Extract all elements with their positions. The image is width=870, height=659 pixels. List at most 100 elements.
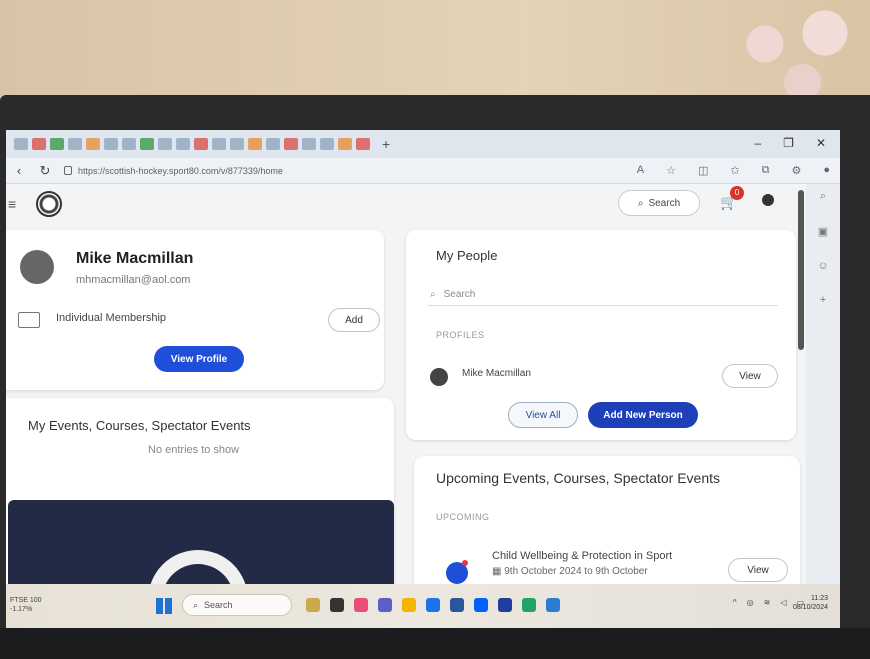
copilot-icon[interactable]: ● [823, 164, 830, 177]
tab-favicon[interactable] [32, 138, 46, 150]
app-icon[interactable] [498, 598, 512, 612]
file-explorer-icon[interactable] [402, 598, 416, 612]
excel-icon[interactable] [522, 598, 536, 612]
address-bar: ‹ ↻ https://scottish-hockey.sport80.com/… [6, 158, 840, 184]
teams-icon[interactable] [378, 598, 392, 612]
tab-favicon-active[interactable] [356, 138, 370, 150]
favorites-icon[interactable]: ✩ [730, 164, 739, 177]
tab-favicon[interactable] [212, 138, 226, 150]
dropbox-icon[interactable] [474, 598, 488, 612]
calendar-icon: ▦ [492, 566, 505, 577]
tab-favicon[interactable] [104, 138, 118, 150]
window-controls: – ❐ ✕ [754, 136, 826, 150]
upcoming-label: UPCOMING [436, 512, 490, 522]
view-profile-button[interactable]: View Profile [154, 346, 244, 372]
tab-favicon[interactable] [338, 138, 352, 150]
windows-taskbar: FTSE 100 -1.17% ⌕ Search ^ ◎ ≋ ◁ ▭ 11:23… [6, 584, 840, 628]
search-icon: ⌕ [637, 197, 644, 209]
sidebar-people-icon[interactable]: ☺ [817, 260, 828, 272]
tab-favicon[interactable] [284, 138, 298, 150]
person-avatar-icon [430, 368, 448, 386]
lock-icon [64, 166, 72, 175]
windows-start-icon[interactable] [156, 598, 172, 614]
avatar [20, 250, 54, 284]
wifi-icon[interactable]: ≋ [764, 598, 771, 607]
event-dates-text: 9th October 2024 to 9th October [504, 566, 648, 577]
background-flowers [720, 0, 870, 110]
tab-favicon[interactable] [230, 138, 244, 150]
close-button[interactable]: ✕ [816, 136, 826, 150]
volume-icon[interactable]: ◁ [780, 598, 786, 607]
maximize-button[interactable]: ❐ [783, 136, 794, 150]
membership-label: Individual Membership [56, 312, 167, 324]
header-search-button[interactable]: ⌕ Search [618, 190, 700, 216]
sidebar-shopping-icon[interactable]: ▣ [818, 225, 828, 238]
profile-card: Mike Macmillan mhmacmillan@aol.com Indiv… [6, 230, 384, 390]
tab-favicon[interactable] [158, 138, 172, 150]
stock-ticker-widget[interactable]: FTSE 100 -1.17% [10, 596, 42, 614]
profile-name: Mike Macmillan [76, 250, 194, 267]
my-people-card: My People ⌕ Search PROFILES Mike Macmill… [406, 230, 796, 440]
refresh-icon[interactable]: ↻ [32, 163, 58, 179]
store-icon[interactable] [450, 598, 464, 612]
split-screen-icon[interactable]: ◫ [698, 164, 708, 177]
people-search-input[interactable]: ⌕ Search [428, 284, 778, 306]
network-icon[interactable]: ◎ [747, 598, 754, 607]
add-membership-button[interactable]: Add [328, 308, 380, 332]
taskbar-search[interactable]: ⌕ Search [182, 594, 292, 616]
back-icon[interactable]: ‹ [6, 163, 32, 178]
profile-email: mhmacmillan@aol.com [76, 274, 191, 286]
tab-favicon[interactable] [302, 138, 316, 150]
read-aloud-icon[interactable]: A [637, 164, 644, 177]
search-icon: ⌕ [430, 289, 436, 300]
page-scrollbar[interactable] [798, 190, 804, 350]
account-icon[interactable] [762, 194, 774, 206]
tab-favicon[interactable] [122, 138, 136, 150]
tab-favicon[interactable] [140, 138, 154, 150]
ticker-change: -1.17% [10, 606, 33, 613]
view-person-button[interactable]: View [722, 364, 778, 388]
person-name: Mike Macmillan [462, 368, 531, 379]
collections-icon[interactable]: ⧉ [762, 164, 770, 177]
tab-favicon[interactable] [320, 138, 334, 150]
new-tab-button[interactable]: + [382, 136, 390, 152]
taskbar-search-label: Search [204, 600, 233, 610]
tab-favicon[interactable] [176, 138, 190, 150]
edge-browser-icon[interactable] [426, 598, 440, 612]
menu-icon[interactable]: ≡ [8, 196, 26, 212]
sidebar-search-icon[interactable]: ⌕ [820, 190, 826, 203]
tab-favicon[interactable] [266, 138, 280, 150]
tab-favicon[interactable] [86, 138, 100, 150]
laptop-bottom-frame [0, 628, 870, 659]
add-new-person-button[interactable]: Add New Person [588, 402, 698, 428]
membership-card-icon [18, 312, 40, 328]
url-field[interactable]: https://scottish-hockey.sport80.com/v/87… [64, 166, 283, 176]
laptop-screen: + – ❐ ✕ ‹ ↻ https://scottish-hockey.spor… [6, 130, 840, 626]
favorite-star-icon[interactable]: ☆ [666, 164, 676, 177]
my-events-title: My Events, Courses, Spectator Events [28, 418, 251, 433]
app-icon[interactable] [354, 598, 368, 612]
chevron-up-icon[interactable]: ^ [733, 598, 737, 607]
view-event-button[interactable]: View [728, 558, 788, 582]
ticker-name: FTSE 100 [10, 597, 42, 604]
upcoming-events-title: Upcoming Events, Courses, Spectator Even… [436, 470, 721, 486]
tab-favicon[interactable] [50, 138, 64, 150]
url-text: https://scottish-hockey.sport80.com/v/87… [78, 165, 283, 176]
widgets-app-icon[interactable] [306, 598, 320, 612]
browser-side-panel: ⌕ ▣ ☺ + [806, 184, 840, 626]
sidebar-add-icon[interactable]: + [820, 294, 826, 306]
tab-favicon[interactable] [248, 138, 262, 150]
tab-favicon[interactable] [14, 138, 28, 150]
extensions-icon[interactable]: ⚙ [791, 164, 801, 177]
view-all-button[interactable]: View All [508, 402, 578, 428]
tab-favicon[interactable] [194, 138, 208, 150]
taskbar-clock[interactable]: 11:23 08/10/2024 [793, 594, 828, 612]
tab-favicon[interactable] [68, 138, 82, 150]
word-icon[interactable] [546, 598, 560, 612]
minimize-button[interactable]: – [754, 136, 761, 150]
event-alert-dot [462, 560, 468, 566]
clock-date: 08/10/2024 [792, 604, 828, 611]
site-logo[interactable] [36, 191, 62, 217]
event-dates: ▦ 9th October 2024 to 9th October [492, 566, 648, 577]
task-view-icon[interactable] [330, 598, 344, 612]
